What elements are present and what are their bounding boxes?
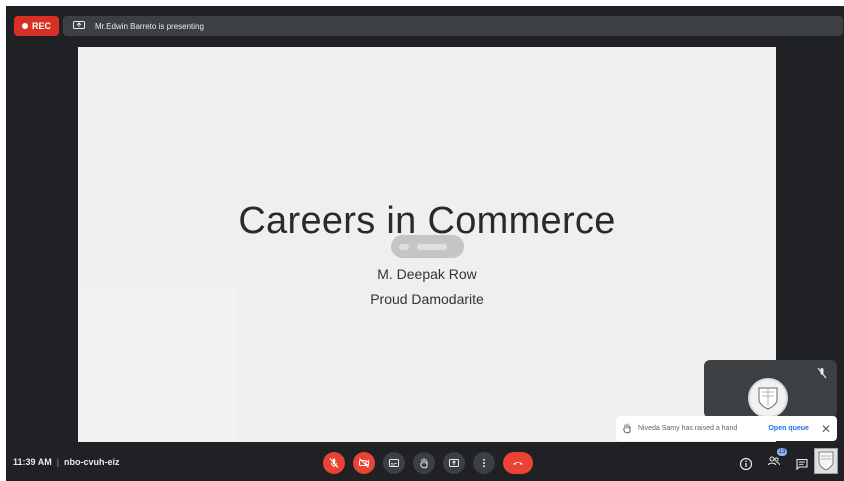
camera-toggle-button[interactable] [353,452,375,474]
mic-off-icon [817,367,827,379]
clock-time: 11:39 AM [13,457,52,467]
meeting-code: nbo-cvuh-eiz [64,457,120,467]
meet-window: REC Mr.Edwin Barreto is presenting Caree… [6,6,844,481]
overlay-mic-icon [399,243,409,250]
captions-icon [389,459,399,467]
info-icon[interactable] [739,457,753,471]
mic-off-icon [329,458,339,468]
side-actions: 13 [739,448,809,473]
slide-shade [78,287,238,442]
presenter-text: Mr.Edwin Barreto is presenting [95,21,204,31]
slide-subtitle: Proud Damodarite [370,291,484,307]
record-dot-icon [21,23,28,29]
people-button[interactable]: 13 [767,448,787,473]
mic-toggle-button[interactable] [323,452,345,474]
meeting-separator: | [56,457,60,467]
captions-button[interactable] [383,452,405,474]
more-options-button[interactable] [473,452,495,474]
avatar [748,378,788,418]
notification-text: Niveda Samy has raised a hand [638,425,738,432]
overlay-placeholder [417,243,447,250]
participant-count-badge: 13 [777,448,787,456]
self-view-tile[interactable] [704,360,837,418]
leave-call-button[interactable] [503,452,533,474]
shared-slide: Careers in Commerce M. Deepak Row Proud … [78,47,776,442]
present-screen-icon [73,21,85,29]
meeting-details: 11:39 AM | nbo-cvuh-eiz [13,457,120,467]
open-queue-link[interactable]: Open queue [768,425,808,432]
presenter-banner: Mr.Edwin Barreto is presenting [63,16,843,36]
present-icon [449,459,459,467]
recording-label: REC [31,21,51,31]
camera-off-icon [359,458,369,468]
close-icon[interactable]: ✕ [821,422,831,436]
slide-author: M. Deepak Row [377,266,477,282]
pinned-presenter-overlay[interactable] [391,235,464,258]
call-end-icon [513,462,523,465]
call-controls [323,452,533,476]
chat-icon[interactable] [795,457,809,471]
school-crest-icon [758,387,778,410]
raised-hand-notification: Niveda Samy has raised a hand Open queue… [616,416,837,441]
hand-icon [623,423,631,434]
activities-thumbnail[interactable] [814,448,838,474]
raise-hand-button[interactable] [413,452,435,474]
people-icon [767,456,780,466]
school-crest-icon [818,451,834,471]
hand-icon [420,458,428,469]
more-vert-icon [483,458,485,468]
present-button[interactable] [443,452,465,474]
recording-indicator: REC [14,16,59,36]
